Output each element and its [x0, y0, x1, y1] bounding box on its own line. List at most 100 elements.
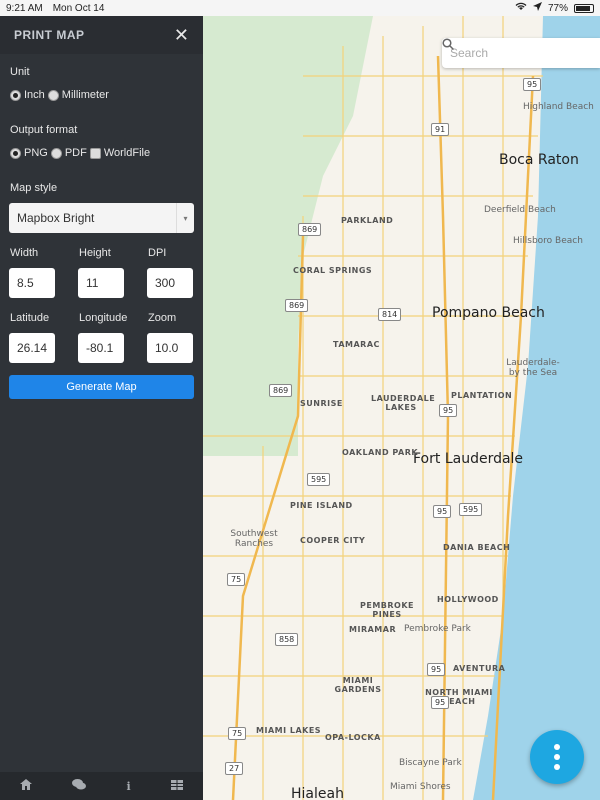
map-label-town: AVENTURA — [453, 664, 506, 673]
home-icon[interactable] — [20, 779, 33, 793]
map-label-city: Boca Raton — [499, 152, 579, 168]
more-vert-icon — [554, 744, 560, 750]
map-style-value: Mapbox Bright — [17, 211, 95, 225]
search-box[interactable] — [442, 38, 600, 68]
latitude-label: Latitude — [10, 312, 50, 324]
highway-shield: 75 — [228, 727, 247, 740]
close-icon[interactable]: ✕ — [174, 26, 189, 44]
format-pdf-label: PDF — [64, 147, 87, 159]
map-label-town: MIRAMAR — [349, 625, 397, 634]
map-label-place: Deerfield Beach — [484, 205, 556, 215]
info-icon[interactable]: i — [127, 780, 131, 793]
map-label-town: PINE ISLAND — [290, 501, 353, 510]
width-label: Width — [10, 247, 39, 259]
map-label-town: COOPER CITY — [300, 536, 366, 545]
map-label-city: Pompano Beach — [432, 305, 545, 321]
height-field[interactable]: 11 — [78, 268, 124, 298]
highway-shield: 595 — [459, 503, 483, 516]
dpi-field[interactable]: 300 — [147, 268, 193, 298]
map-label-town: TAMARAC — [333, 340, 380, 349]
chat-icon[interactable] — [72, 779, 87, 793]
highway-shield: 91 — [431, 123, 450, 136]
longitude-field[interactable]: -80.1 — [78, 333, 124, 363]
dpi-label: DPI — [148, 247, 167, 259]
highway-shield: 95 — [427, 663, 446, 676]
highway-shield: 75 — [227, 573, 246, 586]
worldfile-checkbox[interactable] — [89, 147, 101, 159]
search-input[interactable] — [450, 46, 560, 60]
highway-shield: 869 — [285, 299, 309, 312]
format-png-label: PNG — [24, 147, 48, 159]
highway-shield: 858 — [275, 633, 299, 646]
sidebar-title: PRINT MAP — [14, 28, 85, 42]
table-icon[interactable] — [170, 779, 183, 793]
map-label-town: MIAMI LAKES — [256, 726, 322, 735]
highway-shield: 95 — [439, 404, 458, 417]
map-label-place: Lauderdale-by the Sea — [506, 358, 560, 378]
more-vert-dot — [554, 764, 560, 770]
format-options: PNG PDF WorldFile — [10, 147, 150, 159]
map-label-town: CORAL SPRINGS — [293, 266, 373, 275]
sidebar-footer: i — [0, 772, 203, 800]
format-pdf-radio[interactable] — [50, 147, 62, 159]
zoom-label: Zoom — [148, 312, 177, 324]
map-label-place: Miami Shores — [390, 782, 451, 792]
map-label-town: OPA-LOCKA — [325, 733, 381, 742]
map-label-town: OAKLAND PARK — [342, 448, 419, 457]
zoom-field[interactable]: 10.0 — [147, 333, 193, 363]
status-bar: 9:21 AM Mon Oct 14 77% — [0, 0, 600, 16]
unit-inch-radio[interactable] — [10, 89, 21, 101]
width-field[interactable]: 8.5 — [9, 268, 55, 298]
map-label-city: Fort Lauderdale — [413, 451, 524, 467]
height-label: Height — [79, 247, 111, 259]
unit-options: Inch Millimeter — [10, 89, 109, 101]
map-label-place: Pembroke Park — [404, 624, 471, 634]
map-label-town: SUNRISE — [300, 399, 343, 408]
map-style-label: Map style — [10, 182, 58, 194]
location-arrow-icon — [532, 2, 542, 14]
print-map-sidebar: PRINT MAP ✕ Unit Inch Millimeter Output … — [0, 16, 203, 800]
map-label-town: PEMBROKE PINES — [359, 601, 414, 619]
highway-shield: 869 — [298, 223, 322, 236]
map-view[interactable]: Boca Raton Pompano Beach Fort Lauderdale… — [203, 16, 600, 800]
wifi-icon — [515, 2, 527, 14]
map-label-town: LAUDERDALE LAKES — [371, 394, 436, 412]
generate-map-button[interactable]: Generate Map — [9, 375, 194, 399]
unit-inch-label: Inch — [24, 89, 45, 101]
map-label-town: DANIA BEACH — [443, 543, 511, 552]
more-options-button[interactable] — [530, 730, 584, 784]
output-format-label: Output format — [10, 124, 78, 136]
highway-shield: 595 — [307, 473, 331, 486]
format-png-radio[interactable] — [10, 147, 21, 159]
highway-shield: 814 — [378, 308, 402, 321]
unit-millimeter-label: Millimeter — [61, 89, 109, 101]
map-label-place: Hillsboro Beach — [513, 236, 583, 246]
unit-label: Unit — [10, 66, 30, 78]
battery-icon — [574, 3, 594, 13]
battery-percent: 77% — [547, 2, 568, 14]
map-style-select[interactable]: Mapbox Bright ▾ — [9, 203, 194, 233]
highway-shield: 869 — [269, 384, 293, 397]
highway-shield: 95 — [433, 505, 452, 518]
unit-millimeter-radio[interactable] — [47, 89, 59, 101]
highway-shield: 95 — [431, 696, 450, 709]
worldfile-label: WorldFile — [103, 147, 151, 159]
latitude-field[interactable]: 26.14 — [9, 333, 55, 363]
status-date: Mon Oct 14 — [52, 2, 105, 14]
sidebar-header: PRINT MAP ✕ — [0, 16, 203, 54]
highway-shield: 95 — [523, 78, 542, 91]
map-label-city: Hialeah — [291, 786, 344, 800]
map-label-town: PARKLAND — [341, 216, 394, 225]
more-vert-dot — [554, 754, 560, 760]
chevron-down-icon: ▾ — [176, 203, 194, 233]
map-label-place: Southwest Ranches — [230, 529, 278, 549]
search-icon — [442, 38, 454, 50]
highway-shield: 27 — [225, 762, 244, 775]
map-label-town: MIAMI GARDENS — [334, 676, 382, 694]
status-time: 9:21 AM — [6, 2, 43, 14]
map-label-town: HOLLYWOOD — [437, 595, 499, 604]
map-label-town: PLANTATION — [451, 391, 513, 400]
map-label-place: Biscayne Park — [399, 758, 462, 768]
longitude-label: Longitude — [79, 312, 128, 324]
map-label-place: Highland Beach — [523, 102, 594, 112]
